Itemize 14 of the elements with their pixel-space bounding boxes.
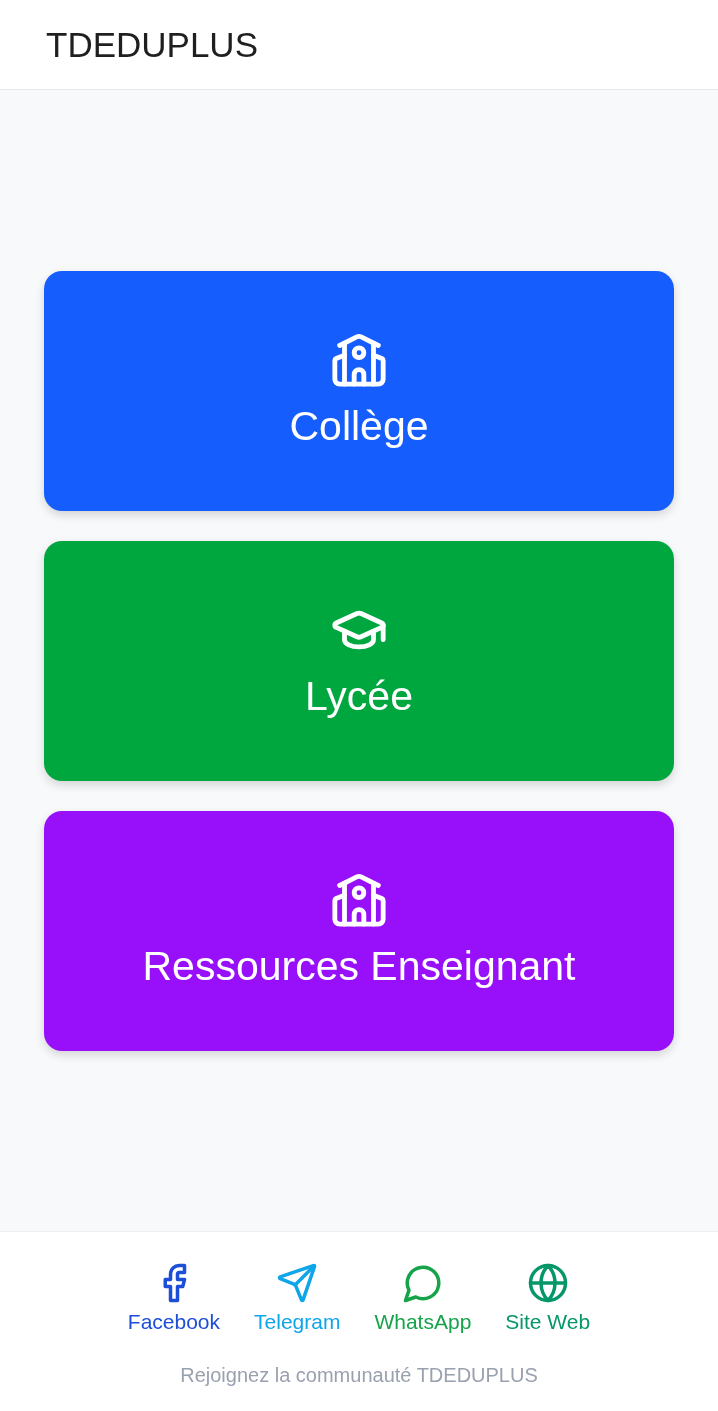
footer-caption: Rejoignez la communauté TDEDUPLUS	[180, 1364, 538, 1387]
globe-icon	[526, 1262, 569, 1304]
school-building-icon	[330, 871, 388, 929]
category-card[interactable]: Collège	[44, 270, 674, 511]
social-link[interactable]: Site Web	[505, 1262, 591, 1334]
paper-plane-icon	[276, 1262, 319, 1304]
chat-bubble-icon	[401, 1262, 444, 1304]
app-title: TDEDUPLUS	[46, 24, 258, 65]
category-card[interactable]: Lycée	[44, 540, 674, 781]
social-link[interactable]: Facebook	[127, 1262, 221, 1334]
social-link[interactable]: Telegram	[254, 1262, 341, 1334]
category-card[interactable]: Ressources Enseignant	[44, 810, 674, 1051]
school-building-icon	[330, 331, 388, 389]
social-link[interactable]: WhatsApp	[374, 1262, 472, 1334]
